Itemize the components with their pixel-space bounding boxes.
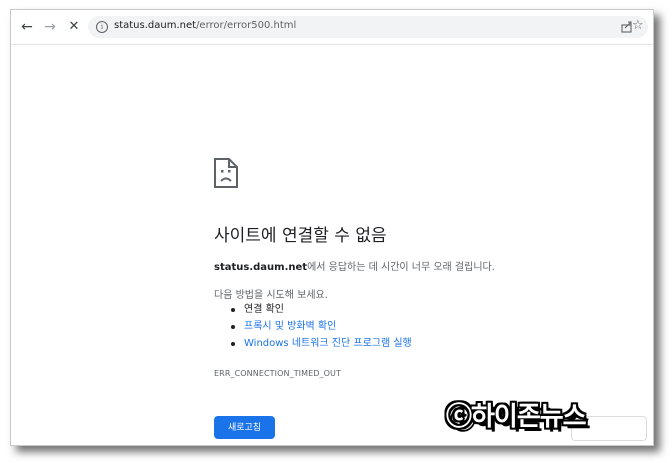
stop-loading-icon[interactable]: ✕: [66, 19, 82, 35]
url-text[interactable]: status.daum.net/error/error500.html: [114, 20, 296, 31]
error-description: status.daum.net에서 응답하는 데 시간이 너무 오래 걸립니다.: [214, 258, 495, 273]
error-host: status.daum.net: [214, 262, 308, 273]
bookmark-star-icon[interactable]: ☆: [632, 18, 644, 33]
forward-arrow-icon[interactable]: →: [42, 19, 58, 35]
error-title: 사이트에 연결할 수 없음: [214, 226, 387, 246]
suggestions-list: 연결 확인 프록시 및 방화벽 확인 Windows 네트워크 진단 프로그램 …: [214, 301, 412, 352]
back-arrow-icon[interactable]: ←: [19, 19, 35, 35]
url-path: /error/error500.html: [196, 20, 297, 31]
error-page: 사이트에 연결할 수 없음 status.daum.net에서 응답하는 데 시…: [11, 45, 653, 445]
suggestion-check-proxy-link[interactable]: 프록시 및 방화벽 확인: [214, 318, 412, 335]
site-info-icon[interactable]: i: [96, 21, 108, 33]
watermark-logo: ⓒ하이존뉴스: [446, 402, 587, 432]
sad-document-icon: [214, 158, 238, 188]
error-message: 에서 응답하는 데 시간이 너무 오래 걸립니다.: [307, 262, 495, 273]
reload-button[interactable]: 새로고침: [214, 416, 275, 439]
url-host: status.daum.net: [114, 20, 197, 31]
browser-toolbar: ← → ✕ i status.daum.net/error/error500.h…: [11, 10, 653, 45]
error-code: ERR_CONNECTION_TIMED_OUT: [214, 369, 341, 378]
address-bar[interactable]: i status.daum.net/error/error500.html ☆: [88, 16, 648, 38]
suggestions-heading: 다음 방법을 시도해 보세요.: [214, 290, 328, 301]
suggestion-run-diagnostics-link[interactable]: Windows 네트워크 진단 프로그램 실행: [214, 335, 412, 352]
browser-window: ← → ✕ i status.daum.net/error/error500.h…: [10, 9, 654, 446]
suggestion-check-connection: 연결 확인: [214, 301, 412, 318]
